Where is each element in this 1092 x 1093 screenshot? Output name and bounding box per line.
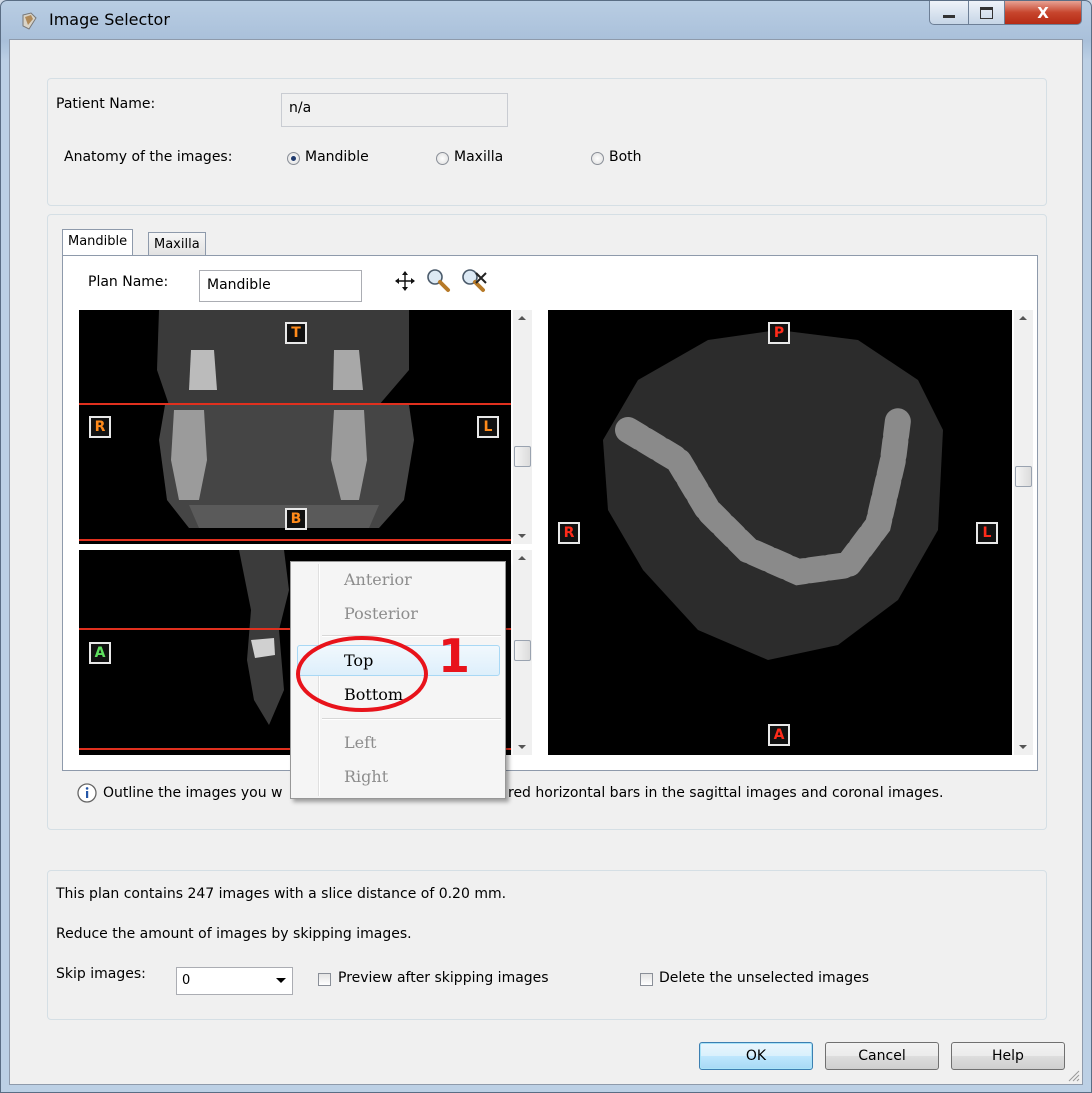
marker-anterior: A	[89, 642, 111, 664]
bottom-boundary-bar[interactable]	[79, 539, 511, 541]
marker-axial-left: L	[976, 522, 998, 544]
axial-image	[603, 330, 943, 660]
menu-item-left[interactable]: Left	[344, 733, 376, 752]
sagittal-scrollbar[interactable]	[513, 550, 532, 755]
marker-posterior: P	[768, 322, 790, 344]
axial-viewer[interactable]: P R L A	[548, 310, 1012, 755]
maximize-icon	[980, 6, 993, 19]
chevron-down-icon	[276, 978, 286, 983]
minimize-icon	[943, 15, 955, 18]
maximize-button[interactable]	[968, 1, 1005, 25]
delete-unselected-label[interactable]: Delete the unselected images	[659, 970, 869, 986]
top-boundary-bar[interactable]	[79, 403, 511, 405]
summary-line-1: This plan contains 247 images with a sli…	[56, 886, 507, 902]
delete-unselected-checkbox[interactable]	[640, 973, 653, 986]
close-icon: X	[1037, 3, 1049, 22]
title-bar[interactable]: Image Selector X	[1, 1, 1091, 39]
scroll-down-arrow-icon[interactable]	[1019, 745, 1027, 749]
zoom-icon[interactable]	[425, 267, 451, 293]
coronal-scrollbar[interactable]	[513, 310, 532, 544]
patient-name-field[interactable]: n/a	[281, 93, 508, 127]
radio-maxilla-label[interactable]: Maxilla	[454, 149, 503, 165]
window-title: Image Selector	[49, 10, 170, 29]
marker-right: R	[89, 416, 111, 438]
cancel-button[interactable]: Cancel	[825, 1042, 939, 1070]
image-selector-window: Image Selector X Patient Name: n/a Anato…	[0, 0, 1092, 1093]
scroll-thumb[interactable]	[514, 446, 531, 467]
anatomy-label: Anatomy of the images:	[64, 149, 233, 165]
annotation-circle	[296, 636, 428, 712]
zoom-reset-icon[interactable]	[460, 267, 488, 295]
preview-label[interactable]: Preview after skipping images	[338, 970, 549, 986]
app-icon	[22, 12, 37, 30]
preview-checkbox[interactable]	[318, 973, 331, 986]
tab-panel-mandible: Plan Name: Mandible T R L B A P R L A	[62, 255, 1038, 771]
marker-axial-anterior: A	[768, 724, 790, 746]
resize-grip-icon[interactable]	[1066, 1068, 1080, 1082]
marker-left: L	[477, 416, 499, 438]
scroll-thumb[interactable]	[514, 640, 531, 661]
skip-images-value: 0	[182, 973, 191, 988]
patient-name-label: Patient Name:	[56, 96, 156, 112]
tab-maxilla[interactable]: Maxilla	[148, 232, 206, 256]
coronal-viewer[interactable]: T R L B	[79, 310, 511, 544]
scroll-up-arrow-icon[interactable]	[518, 316, 526, 320]
plan-group: Mandible Maxilla Plan Name: Mandible T R…	[47, 214, 1047, 830]
skip-images-label: Skip images:	[56, 966, 146, 982]
radio-mandible[interactable]	[287, 152, 300, 165]
summary-line-2: Reduce the amount of images by skipping …	[56, 926, 412, 942]
hint-text-right: red horizontal bars in the sagittal imag…	[508, 785, 944, 801]
patient-group: Patient Name: n/a Anatomy of the images:…	[47, 78, 1047, 206]
tab-strip: Mandible Maxilla	[62, 225, 1032, 256]
marker-axial-right: R	[558, 522, 580, 544]
summary-group: This plan contains 247 images with a sli…	[47, 870, 1047, 1020]
axial-scrollbar[interactable]	[1014, 310, 1033, 755]
hint-text-left: Outline the images you w	[103, 785, 283, 801]
close-button[interactable]: X	[1004, 1, 1082, 25]
scroll-down-arrow-icon[interactable]	[518, 534, 526, 538]
help-button[interactable]: Help	[951, 1042, 1065, 1070]
menu-separator	[322, 718, 501, 720]
plan-name-input[interactable]: Mandible	[199, 270, 362, 302]
scroll-up-arrow-icon[interactable]	[1019, 316, 1027, 320]
marker-bottom: B	[285, 508, 307, 530]
plan-name-label: Plan Name:	[88, 274, 169, 290]
marker-top: T	[285, 322, 307, 344]
ok-button[interactable]: OK	[699, 1042, 813, 1070]
dialog-client: Patient Name: n/a Anatomy of the images:…	[9, 39, 1083, 1085]
menu-item-posterior[interactable]: Posterior	[344, 604, 418, 623]
annotation-number: 1	[438, 629, 471, 683]
scroll-down-arrow-icon[interactable]	[518, 745, 526, 749]
radio-maxilla[interactable]	[436, 152, 449, 165]
move-icon[interactable]	[394, 270, 416, 292]
tab-mandible[interactable]: Mandible	[62, 229, 134, 256]
info-icon	[77, 783, 97, 803]
scroll-thumb[interactable]	[1015, 466, 1032, 487]
scroll-up-arrow-icon[interactable]	[518, 556, 526, 560]
menu-item-right[interactable]: Right	[344, 767, 388, 786]
menu-item-anterior[interactable]: Anterior	[344, 570, 412, 589]
radio-both[interactable]	[591, 152, 604, 165]
minimize-button[interactable]	[929, 1, 969, 25]
radio-both-label[interactable]: Both	[609, 149, 642, 165]
radio-mandible-label[interactable]: Mandible	[305, 149, 369, 165]
skip-images-select[interactable]: 0	[176, 967, 293, 995]
